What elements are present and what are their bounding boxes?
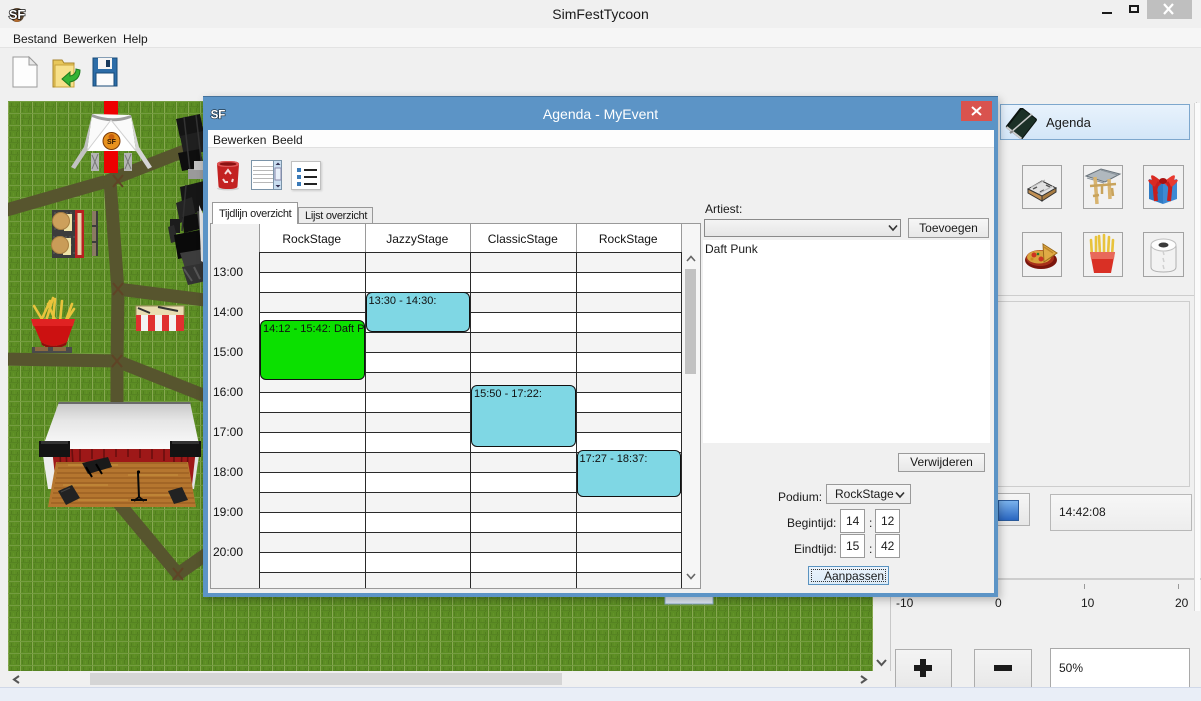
svg-text:SF: SF (107, 139, 117, 146)
